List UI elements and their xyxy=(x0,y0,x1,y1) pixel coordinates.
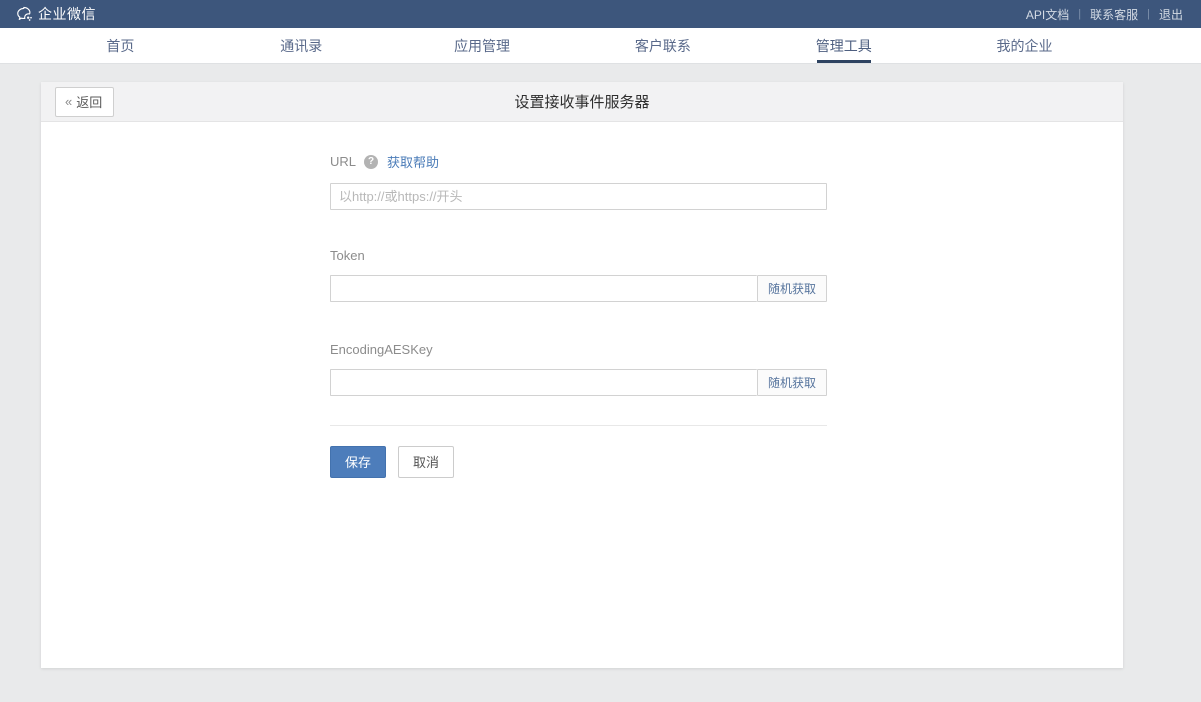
aeskey-random-button[interactable]: 随机获取 xyxy=(757,369,827,396)
page-background: « 返回 设置接收事件服务器 URL ? 获取帮助 Token xyxy=(0,64,1201,702)
wechat-work-bubble-icon xyxy=(16,6,33,23)
token-field-block: Token 随机获取 xyxy=(330,248,827,302)
main-nav: 首页 通讯录 应用管理 客户联系 管理工具 我的企业 xyxy=(0,28,1201,64)
nav-item-customer[interactable]: 客户联系 xyxy=(572,28,753,63)
brand-logo[interactable]: 企业微信 xyxy=(16,4,96,24)
token-label: Token xyxy=(330,248,365,263)
nav-item-admin-tools[interactable]: 管理工具 xyxy=(753,28,934,63)
back-button-label: 返回 xyxy=(76,92,102,111)
nav-item-home[interactable]: 首页 xyxy=(30,28,211,63)
form-actions: 保存 取消 xyxy=(330,446,827,478)
api-docs-link[interactable]: API文档 xyxy=(1024,6,1071,23)
aeskey-input[interactable] xyxy=(330,369,757,396)
page-title: 设置接收事件服务器 xyxy=(514,91,649,112)
url-field-block: URL ? 获取帮助 xyxy=(330,152,827,210)
topbar-links: API文档 | 联系客服 | 退出 xyxy=(1024,6,1185,23)
url-label-row: URL ? 获取帮助 xyxy=(330,152,827,171)
aeskey-input-group: 随机获取 xyxy=(330,369,827,396)
token-input-group: 随机获取 xyxy=(330,275,827,302)
cancel-button[interactable]: 取消 xyxy=(398,446,454,478)
url-label: URL xyxy=(330,154,356,169)
aeskey-label-row: EncodingAESKey xyxy=(330,342,827,357)
back-button[interactable]: « 返回 xyxy=(55,87,114,117)
brand-name: 企业微信 xyxy=(38,4,96,24)
separator: | xyxy=(1147,8,1150,20)
save-button[interactable]: 保存 xyxy=(330,446,386,478)
card-header: « 返回 设置接收事件服务器 xyxy=(41,82,1123,122)
separator: | xyxy=(1078,8,1081,20)
token-input[interactable] xyxy=(330,275,757,302)
topbar: 企业微信 API文档 | 联系客服 | 退出 xyxy=(0,0,1201,28)
token-random-button[interactable]: 随机获取 xyxy=(757,275,827,302)
token-label-row: Token xyxy=(330,248,827,263)
nav-item-apps[interactable]: 应用管理 xyxy=(392,28,573,63)
back-chevron-icon: « xyxy=(65,94,72,109)
url-input[interactable] xyxy=(330,183,827,210)
get-help-link[interactable]: 获取帮助 xyxy=(387,152,439,171)
contact-support-link[interactable]: 联系客服 xyxy=(1088,6,1140,23)
form-divider xyxy=(330,425,827,426)
nav-item-contacts[interactable]: 通讯录 xyxy=(211,28,392,63)
aeskey-field-block: EncodingAESKey 随机获取 xyxy=(330,342,827,396)
help-icon[interactable]: ? xyxy=(364,155,378,169)
logout-link[interactable]: 退出 xyxy=(1157,6,1185,23)
nav-item-my-company[interactable]: 我的企业 xyxy=(934,28,1115,63)
settings-card: « 返回 设置接收事件服务器 URL ? 获取帮助 Token xyxy=(41,82,1123,668)
server-settings-form: URL ? 获取帮助 Token 随机获取 EncodingAE xyxy=(41,122,827,478)
aeskey-label: EncodingAESKey xyxy=(330,342,433,357)
